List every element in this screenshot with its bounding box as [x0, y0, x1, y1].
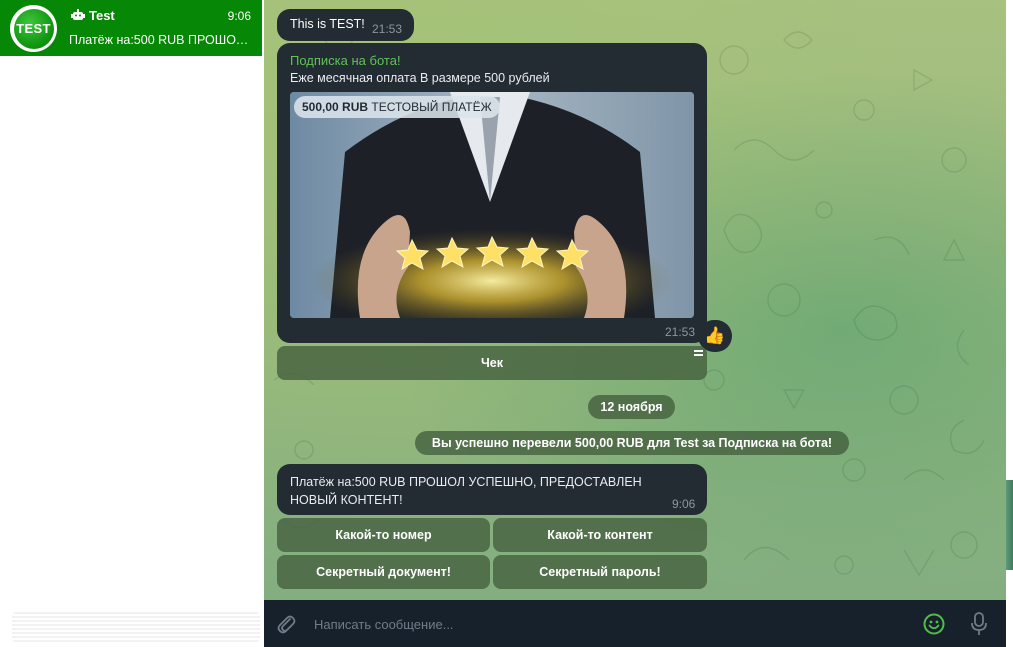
message-time: 9:06: [672, 497, 696, 511]
chat-last-message: Платёж на:500 RUB ПРОШОЛ УСПЕШНО, ПРЕДОС…: [69, 33, 251, 47]
message-time: 21:53: [665, 325, 696, 339]
keyboard-button-secret-document[interactable]: Секретный документ!: [277, 555, 490, 589]
bot-icon: [71, 9, 85, 20]
window-edge: [1006, 600, 1013, 647]
thumbs-up-icon: 👍: [704, 326, 726, 346]
price-badge: 500,00 RUB ТЕСТОВЫЙ ПЛАТЁЖ: [294, 96, 500, 118]
avatar-label: TEST: [13, 8, 54, 49]
price-amount: 500,00 RUB: [302, 100, 369, 114]
keyboard-button-secret-password[interactable]: Секретный пароль!: [493, 555, 707, 589]
message-text: Платёж на:500 RUB ПРОШОЛ УСПЕШНО, ПРЕДОС…: [290, 475, 642, 507]
service-message: Вы успешно перевели 500,00 RUB для Test …: [415, 431, 849, 455]
receipt-icon: [694, 350, 703, 356]
message-input[interactable]: [314, 612, 904, 636]
paperclip-icon[interactable]: [276, 613, 296, 635]
message-bubble: Платёж на:500 RUB ПРОШОЛ УСПЕШНО, ПРЕДОС…: [277, 464, 707, 515]
invoice-message: Подписка на бота! Еже месячная оплата В …: [277, 43, 707, 343]
chat-list: TEST Test 9:06 Платёж на:500 RUB ПРОШОЛ …: [0, 0, 264, 647]
message-text: This is TEST!: [290, 17, 365, 31]
date-separator: 12 ноября: [588, 395, 675, 419]
invoice-photo[interactable]: 500,00 RUB ТЕСТОВЫЙ ПЛАТЁЖ: [290, 92, 694, 318]
keyboard-button-content[interactable]: Какой-то контент: [493, 518, 707, 552]
receipt-button-label: Чек: [481, 356, 503, 370]
message-composer: [264, 600, 1006, 647]
businessman-stars-image: [290, 92, 694, 318]
avatar: TEST: [10, 5, 57, 52]
invoice-description: Еже месячная оплата В размере 500 рублей: [290, 71, 550, 85]
keyboard-button-number[interactable]: Какой-то номер: [277, 518, 490, 552]
background-edge: [1006, 480, 1013, 570]
message-time: 21:53: [372, 22, 403, 36]
chat-title: Test: [89, 8, 115, 23]
blurred-region: [12, 612, 260, 642]
receipt-button[interactable]: Чек: [277, 346, 707, 380]
invoice-label: ТЕСТОВЫЙ ПЛАТЁЖ: [371, 100, 492, 114]
message-bubble: This is TEST! 21:53: [277, 9, 414, 41]
emoji-icon[interactable]: [923, 613, 945, 635]
chat-list-item-test[interactable]: TEST Test 9:06 Платёж на:500 RUB ПРОШОЛ …: [0, 0, 262, 56]
chat-time: 9:06: [227, 9, 251, 23]
microphone-icon[interactable]: [970, 612, 988, 636]
invoice-title: Подписка на бота!: [290, 53, 401, 68]
